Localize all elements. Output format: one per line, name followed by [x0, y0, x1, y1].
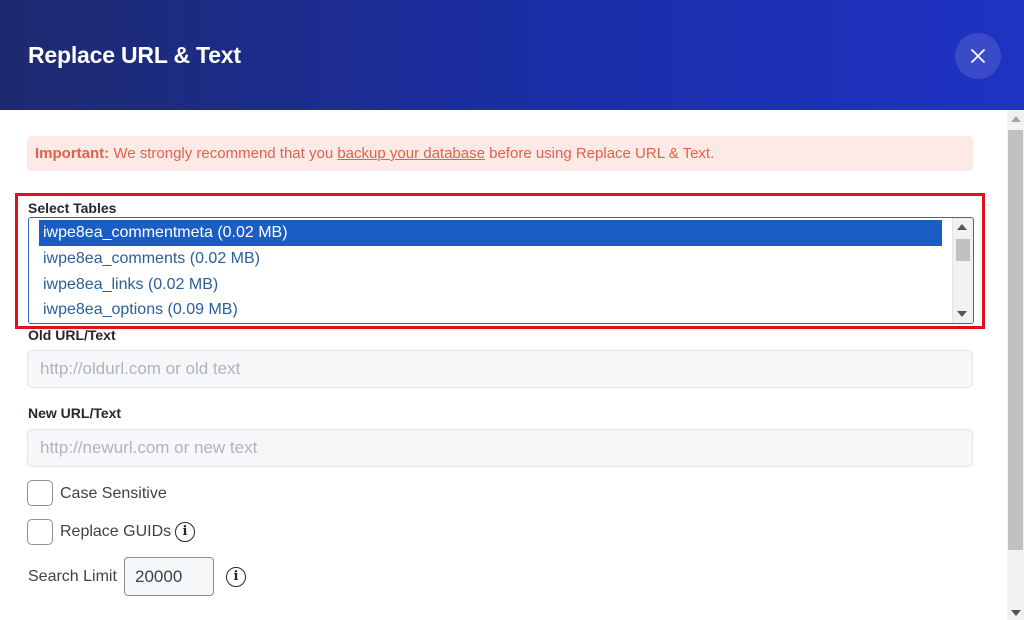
listbox-scroll-thumb[interactable] — [956, 239, 970, 261]
table-option[interactable]: iwpe8ea_options (0.09 MB) — [39, 297, 942, 323]
search-limit-input[interactable] — [124, 557, 214, 596]
close-icon — [971, 49, 985, 63]
replace-guids-label[interactable]: Replace GUIDs — [60, 523, 171, 541]
table-option[interactable]: iwpe8ea_commentmeta (0.02 MB) — [39, 220, 942, 246]
dialog-title: Replace URL & Text — [28, 42, 241, 68]
info-icon[interactable]: i — [226, 567, 246, 587]
scroll-down-arrow-icon[interactable] — [957, 311, 967, 317]
dialog-header: Replace URL & Text — [0, 0, 1024, 110]
backup-notice: Important: We strongly recommend that yo… — [27, 136, 973, 171]
case-sensitive-label[interactable]: Case Sensitive — [60, 485, 167, 503]
backup-database-link[interactable]: backup your database — [337, 145, 485, 162]
notice-text-before: We strongly recommend that you — [113, 145, 334, 162]
page-scrollbar[interactable] — [1007, 110, 1024, 620]
notice-text-after: before using Replace URL & Text. — [489, 145, 715, 162]
select-tables-label: Select Tables — [28, 200, 117, 216]
new-url-label: New URL/Text — [28, 405, 122, 421]
dialog-body: Important: We strongly recommend that yo… — [0, 110, 1007, 620]
scroll-up-arrow-icon[interactable] — [957, 224, 967, 230]
old-url-label: Old URL/Text — [28, 327, 116, 343]
new-url-input[interactable] — [27, 429, 973, 467]
page-scroll-thumb[interactable] — [1008, 130, 1023, 550]
search-limit-label: Search Limit — [28, 568, 117, 585]
notice-strong: Important: — [35, 145, 110, 162]
tables-listbox[interactable]: iwpe8ea_commentmeta (0.02 MB) iwpe8ea_co… — [28, 217, 974, 324]
old-url-input[interactable] — [27, 350, 973, 388]
scroll-down-arrow-icon[interactable] — [1011, 610, 1021, 616]
scroll-up-arrow-icon[interactable] — [1011, 116, 1021, 122]
replace-guids-checkbox[interactable] — [27, 519, 53, 545]
listbox-scrollbar[interactable] — [952, 218, 973, 323]
close-button[interactable] — [955, 33, 1001, 79]
case-sensitive-checkbox[interactable] — [27, 480, 53, 506]
info-icon[interactable]: i — [175, 522, 195, 542]
table-option[interactable]: iwpe8ea_comments (0.02 MB) — [39, 246, 942, 272]
table-option[interactable]: iwpe8ea_links (0.02 MB) — [39, 272, 942, 298]
